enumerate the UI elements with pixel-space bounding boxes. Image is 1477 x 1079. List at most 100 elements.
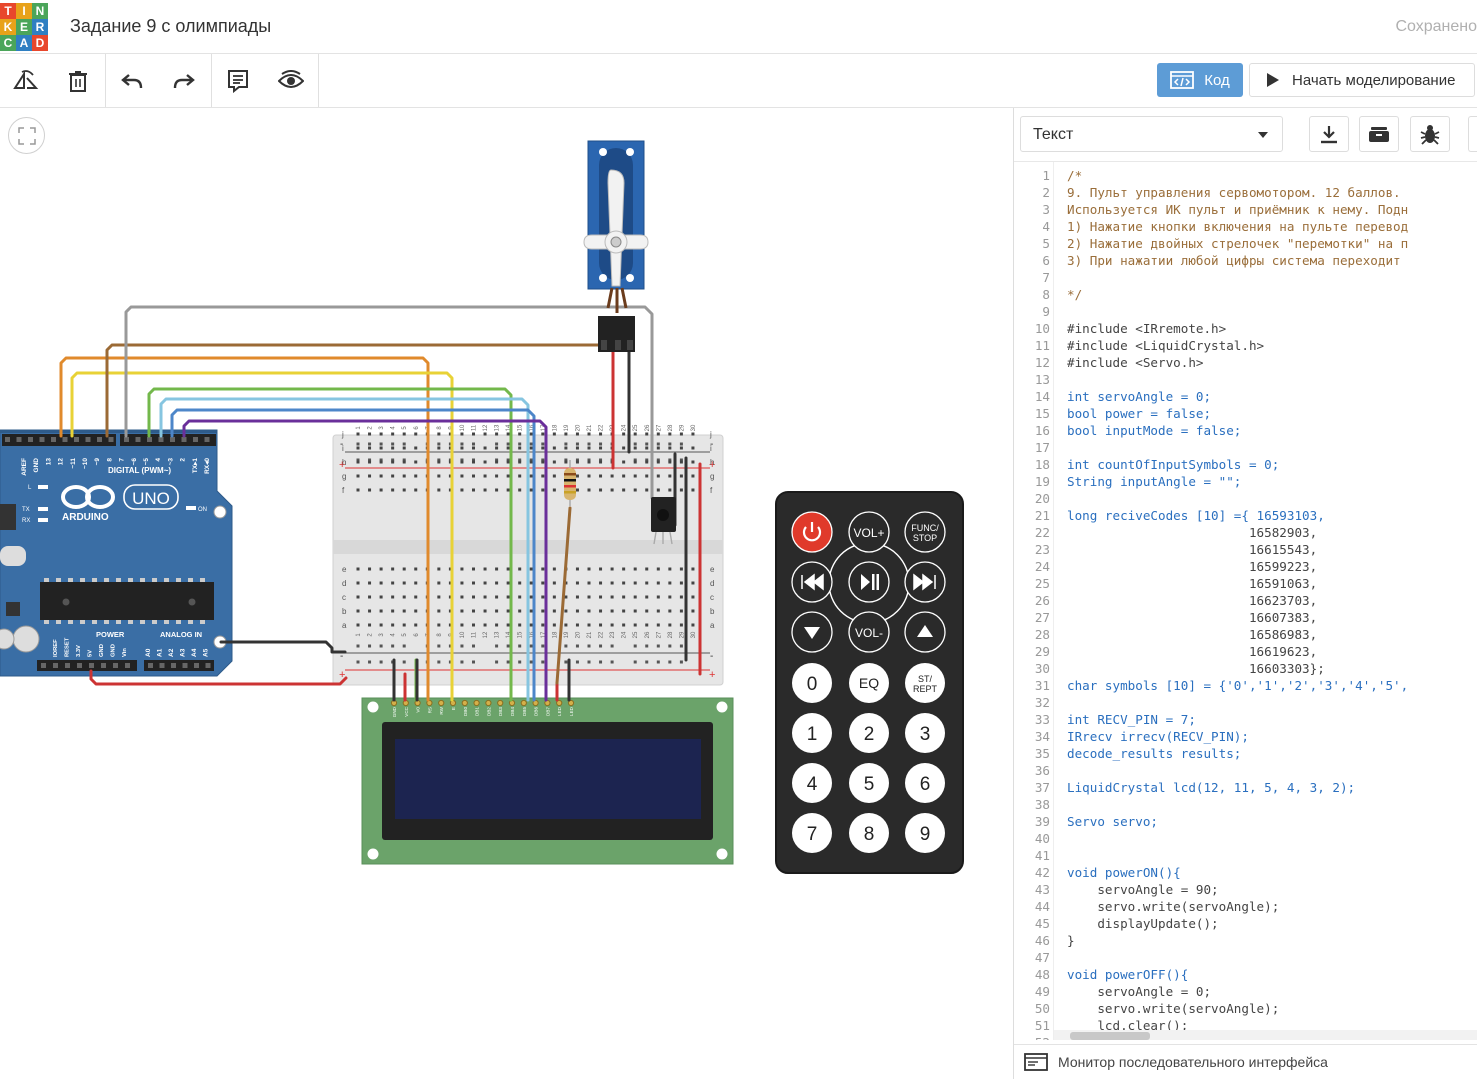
breadboard-hole	[599, 581, 603, 585]
code-text: int RECV_PIN = 7;	[1067, 712, 1196, 727]
breadboard-hole	[506, 623, 510, 627]
breadboard-hole	[368, 567, 372, 571]
breadboard-row-letter: g	[342, 472, 346, 481]
redo-button[interactable]	[158, 54, 210, 107]
horizontal-scrollbar[interactable]	[1054, 1030, 1477, 1040]
breadboard-hole	[633, 581, 637, 585]
visibility-button[interactable]	[265, 54, 317, 107]
breadboard-hole	[552, 488, 556, 492]
analog-pin-label: A1	[157, 648, 164, 657]
breadboard-hole	[495, 567, 499, 571]
breadboard-hole	[518, 460, 522, 464]
breadboard-hole	[622, 488, 626, 492]
scrollbar-thumb[interactable]	[1070, 1032, 1150, 1040]
rotate-button[interactable]	[0, 54, 52, 107]
breadboard-row-letter: d	[710, 579, 714, 588]
breadboard-hole	[622, 432, 626, 436]
line-number: 18	[1034, 457, 1050, 472]
breadboard-hole	[414, 595, 418, 599]
line-number: 23	[1034, 542, 1050, 557]
breadboard-row-letter: c	[710, 593, 714, 602]
breadboard-hole	[356, 644, 360, 648]
breadboard-hole	[483, 432, 487, 436]
code-line: 18 int countOfInputSymbols = 0;	[1014, 456, 1477, 473]
breadboard-hole	[402, 488, 406, 492]
serial-monitor-toggle[interactable]: Монитор последовательного интерфейса	[1014, 1044, 1477, 1079]
design-title[interactable]: Задание 9 с олимпиады	[70, 16, 271, 37]
remote-button-label: ST/	[918, 674, 933, 684]
breadboard-hole	[668, 488, 672, 492]
breadboard-hole	[529, 432, 533, 436]
circuit-canvas[interactable]: - + - + - + - + j j i i h h g g f f e e d d c c b b a a 1 1 2 2 3 3 4 4 5 5 6 6…	[0, 108, 1013, 1079]
lcd-pin-label: DB3	[498, 707, 503, 716]
debugger-button[interactable]	[1410, 116, 1450, 152]
breadboard-hole	[368, 623, 372, 627]
line-number: 29	[1034, 644, 1050, 659]
breadboard-hole	[368, 488, 372, 492]
resistor-band	[564, 479, 576, 482]
lcd-screen	[395, 739, 701, 819]
code-line: 12 #include <Servo.h>	[1014, 354, 1477, 371]
undo-button[interactable]	[106, 54, 158, 107]
breadboard-hole	[460, 609, 464, 613]
breadboard-hole	[437, 623, 441, 627]
chip-pin	[176, 620, 181, 624]
breadboard-hole	[668, 567, 672, 571]
line-number: 13	[1034, 372, 1050, 387]
chip-pin	[176, 578, 181, 582]
breadboard-hole	[610, 595, 614, 599]
line-number: 51	[1034, 1018, 1050, 1033]
breadboard-hole	[587, 567, 591, 571]
notes-button[interactable]	[212, 54, 264, 107]
more-button[interactable]	[1468, 116, 1477, 152]
breadboard-col-number-top: 4	[391, 426, 397, 430]
breadboard-hole	[368, 474, 372, 478]
code-line: 32	[1014, 694, 1477, 711]
breadboard-hole	[495, 609, 499, 613]
chip-pin	[140, 578, 145, 582]
breadboard-hole	[437, 446, 441, 450]
code-text: IRrecv irrecv(RECV_PIN);	[1067, 729, 1249, 744]
delete-button[interactable]	[52, 54, 104, 107]
lcd-mount-hole	[367, 848, 379, 860]
libraries-button[interactable]	[1359, 116, 1399, 152]
code-button[interactable]: Код	[1157, 63, 1243, 97]
code-line: 35 decode_results results;	[1014, 745, 1477, 762]
lcd-pin-label: DB1	[475, 707, 480, 716]
code-line: 10 #include <IRremote.h>	[1014, 320, 1477, 337]
breadboard-hole	[379, 581, 383, 585]
breadboard-col-number-bottom: 22	[599, 631, 605, 638]
breadboard-hole	[495, 488, 499, 492]
lcd-mount-hole	[716, 701, 728, 713]
breadboard-hole	[379, 432, 383, 436]
breadboard-hole	[402, 442, 406, 446]
breadboard-hole	[460, 474, 464, 478]
breadboard-hole	[529, 567, 533, 571]
code-editor[interactable]: 1 /* 2 9. Пульт управления сервомотором. 12…	[1014, 162, 1477, 1040]
breadboard-hole	[668, 442, 672, 446]
start-simulation-button[interactable]: Начать моделирование	[1249, 63, 1475, 97]
breadboard-hole	[472, 660, 475, 664]
logo-letter: N	[32, 3, 48, 19]
download-code-button[interactable]	[1309, 116, 1349, 152]
breadboard-hole	[518, 609, 522, 613]
logo-letter: T	[0, 3, 16, 19]
code-text: servo.write(servoAngle);	[1067, 899, 1280, 914]
digital-pin-label: 4	[155, 458, 162, 462]
tinkercad-logo[interactable]: TINKERCAD	[0, 3, 48, 51]
breadboard-hole	[437, 609, 441, 613]
breadboard-hole	[587, 595, 591, 599]
chip-pin	[116, 620, 121, 624]
breadboard-hole	[691, 432, 695, 436]
code-mode-select[interactable]: Текст	[1020, 116, 1283, 152]
breadboard-hole	[472, 609, 475, 613]
code-line: 9	[1014, 303, 1477, 320]
visibility-icon	[278, 69, 304, 88]
code-line: 5 2) Нажатие двойных стрелочек "перемотки…	[1014, 235, 1477, 252]
breadboard-hole	[518, 623, 522, 627]
breadboard-hole	[414, 460, 418, 464]
breadboard-hole	[483, 460, 487, 464]
lcd-pin-label: DB5	[522, 707, 527, 716]
breadboard-hole	[656, 442, 660, 446]
code-line: 44 servo.write(servoAngle);	[1014, 898, 1477, 915]
